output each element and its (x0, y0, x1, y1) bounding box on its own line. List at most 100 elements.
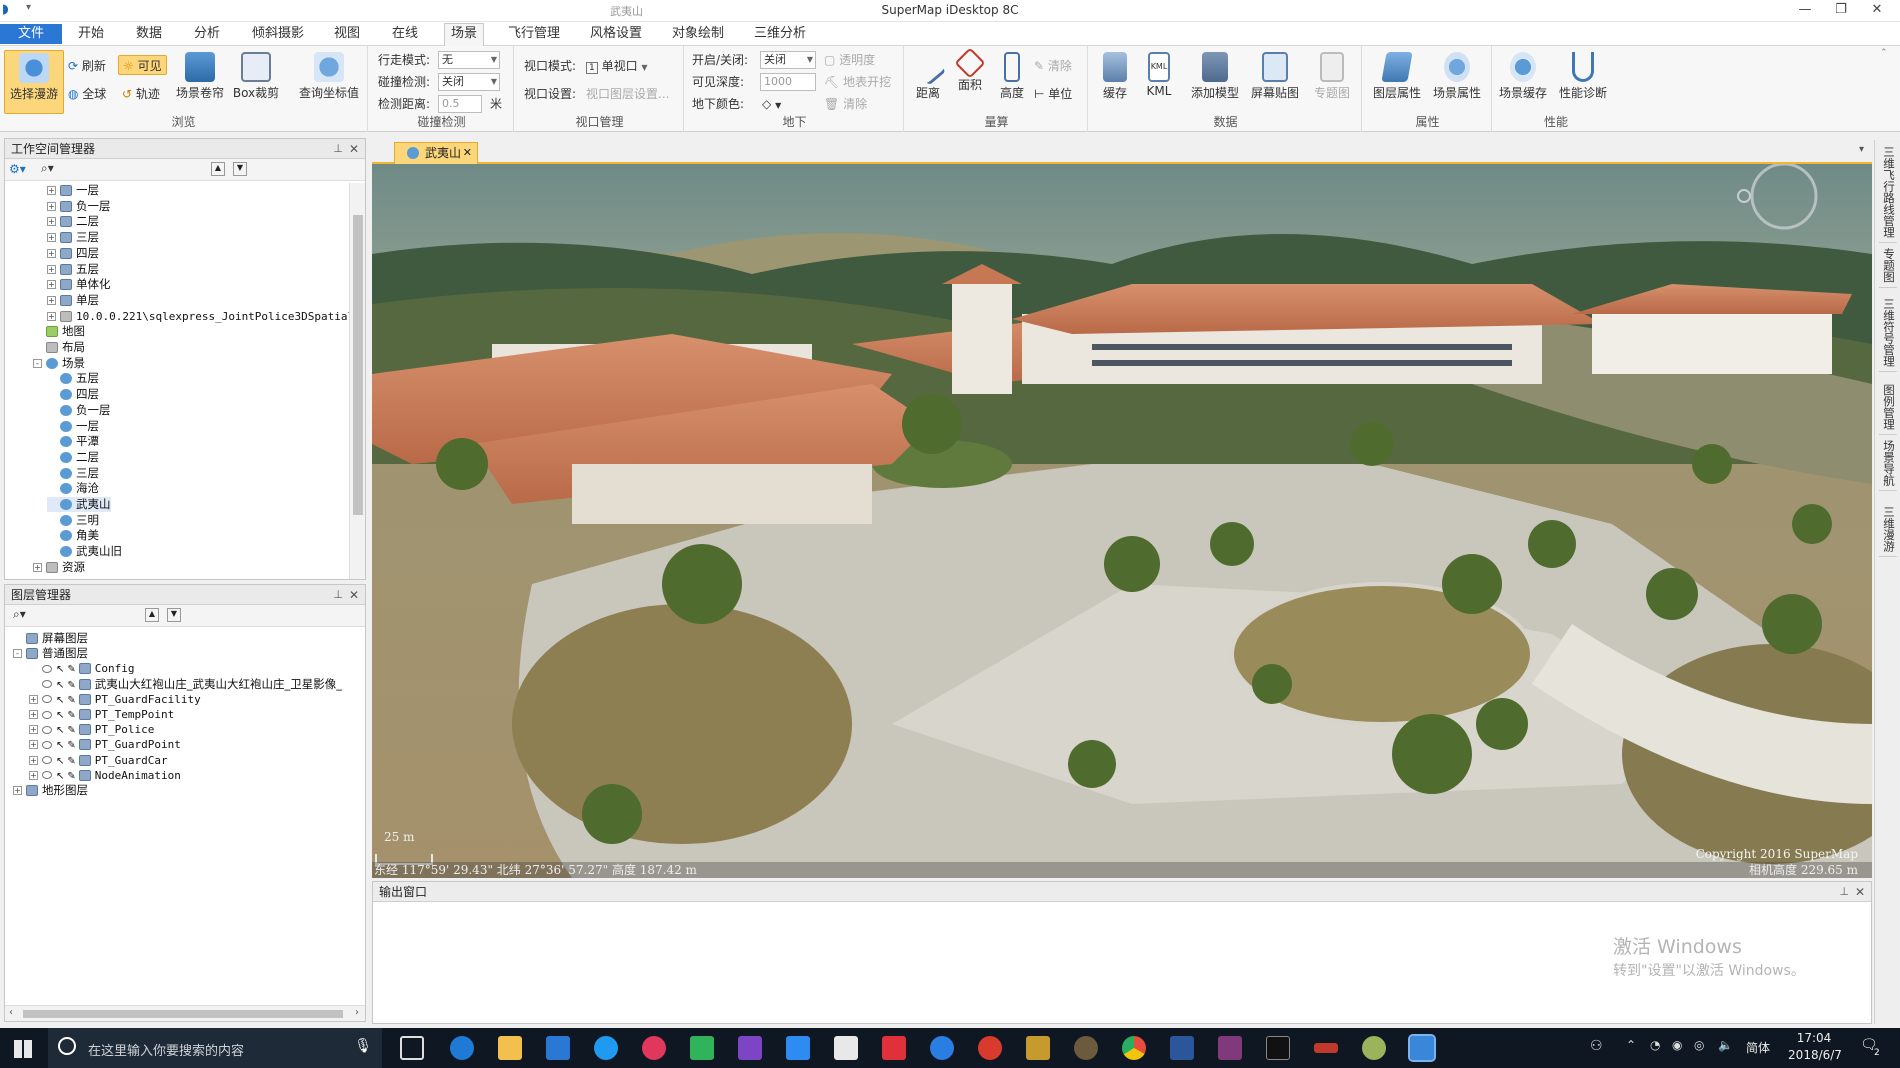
transparency-button[interactable]: ▢ 透明度 (824, 50, 875, 70)
visual-studio-icon[interactable] (738, 1036, 762, 1060)
workspace-tree-item[interactable]: 三明 (47, 513, 99, 528)
pin-icon[interactable]: ⊥ (333, 139, 343, 159)
visibility-eye-icon[interactable] (42, 680, 52, 689)
scene-curtain-button[interactable]: 场景卷帘 (174, 50, 226, 112)
layer-tree-item[interactable]: + ↖ ✎ PT_GuardPoint (29, 737, 181, 752)
chrome-icon[interactable] (1122, 1036, 1146, 1060)
workspace-tree-item[interactable]: + 单体化 (47, 277, 111, 292)
visibility-eye-icon[interactable] (42, 725, 52, 734)
menu-data[interactable]: 数据 (130, 24, 168, 44)
workspace-scrollbar[interactable] (349, 183, 365, 579)
layer-tree-item[interactable]: - 普通图层 (13, 646, 88, 661)
app-red-icon[interactable] (882, 1036, 906, 1060)
track-button[interactable]: ↺ 轨迹 (122, 84, 160, 104)
workspace-tree-item[interactable]: 海沧 (47, 481, 99, 496)
workspace-tree-item[interactable]: 五层 (47, 371, 99, 386)
expand-icon[interactable]: + (29, 694, 38, 704)
workspace-tree-item[interactable]: + 三层 (47, 230, 99, 245)
player-icon[interactable] (690, 1036, 714, 1060)
expand-icon[interactable]: + (47, 186, 56, 195)
workspace-tree-item[interactable]: 平潭 (47, 434, 99, 449)
walk-mode-select[interactable]: 无 ▼ (438, 51, 500, 69)
layer-tree-item[interactable]: + ↖ ✎ NodeAnimation (29, 768, 181, 783)
workspace-tree-item[interactable]: + 五层 (47, 262, 99, 277)
tray-expand-icon[interactable]: ⌃ (1626, 1038, 1636, 1052)
layer-tree-item[interactable]: + ↖ ✎ PT_Police (29, 722, 154, 737)
layer-tree-item[interactable]: 屏幕图层 (13, 631, 88, 646)
workspace-menu-icon[interactable]: ⚙▾ (9, 162, 26, 176)
expand-icon[interactable]: + (29, 725, 38, 735)
measure-unit-button[interactable]: ⊢ 单位 (1034, 84, 1072, 104)
box-clip-button[interactable]: Box裁剪 (230, 50, 282, 112)
layer-hscrollbar[interactable]: ‹ › (5, 1005, 365, 1021)
menu-file[interactable]: 文件 (0, 24, 62, 44)
app-swirl-icon[interactable] (978, 1036, 1002, 1060)
visibility-eye-icon[interactable] (42, 695, 52, 704)
layer-tree-item[interactable]: + ↖ ✎ PT_GuardCar (29, 753, 168, 768)
mail-icon[interactable] (834, 1036, 858, 1060)
taskbar-search-box[interactable]: 在这里输入你要搜索的内容 🎙 (48, 1028, 382, 1068)
edge-icon[interactable] (450, 1036, 474, 1060)
clock-date[interactable]: 2018/6/7 (1784, 1048, 1846, 1062)
layer-tree-item[interactable]: ↖ ✎ Config (29, 661, 135, 676)
quick-access-dropdown-icon[interactable]: ▾ (26, 2, 31, 13)
volume-icon[interactable]: 🔈 (1718, 1038, 1733, 1052)
editable-icon[interactable]: ✎ (67, 740, 75, 751)
thematic-button[interactable]: 专题图 (1308, 50, 1356, 112)
workspace-tree-item[interactable]: 负一层 (47, 403, 111, 418)
editable-icon[interactable]: ✎ (67, 756, 75, 767)
search-icon[interactable]: ⌕▾ (41, 161, 54, 176)
measure-area-button[interactable]: 面积 (950, 47, 990, 112)
measure-distance-button[interactable]: 距离 (908, 48, 948, 112)
network-icon[interactable]: ◔ (1650, 1038, 1660, 1052)
menu-start[interactable]: 开始 (72, 24, 110, 44)
teamviewer-icon[interactable] (930, 1036, 954, 1060)
editable-icon[interactable]: ✎ (67, 725, 75, 736)
close-icon[interactable]: ✕ (1855, 882, 1865, 902)
selectable-icon[interactable]: ↖ (56, 695, 64, 706)
selectable-icon[interactable]: ↖ (56, 771, 64, 782)
layer-tree-item[interactable]: + 地形图层 (13, 783, 88, 798)
supermap-taskbar-icon[interactable] (1408, 1034, 1436, 1062)
measure-height-button[interactable]: 高度 (992, 50, 1032, 112)
close-tab-icon[interactable]: ✕ (463, 143, 472, 163)
selectable-icon[interactable]: ↖ (56, 680, 64, 691)
workspace-tree-item[interactable]: + 资源 (33, 560, 85, 575)
app-avatar-icon[interactable] (1074, 1036, 1098, 1060)
expand-icon[interactable]: + (47, 201, 56, 211)
workspace-tree-item[interactable]: + 四层 (47, 246, 99, 261)
app-leaf-icon[interactable] (1362, 1036, 1386, 1060)
store-icon[interactable] (546, 1036, 570, 1060)
expand-icon[interactable]: + (47, 217, 56, 227)
workspace-tree-item[interactable]: + 二层 (47, 214, 99, 229)
screen-layer-button[interactable]: 屏幕贴图 (1246, 50, 1304, 112)
layer-tree-item[interactable]: ↖ ✎ 武夷山大红袍山庄_武夷山大红袍山庄_卫星影像_ (29, 677, 342, 692)
visibility-eye-icon[interactable] (42, 664, 52, 673)
tab-wuyishan[interactable]: 武夷山 ✕ (394, 142, 478, 164)
move-down-icon[interactable]: ▼ (167, 608, 181, 622)
workspace-tree-item[interactable]: 一层 (47, 419, 99, 434)
scroll-right-icon[interactable]: › (355, 1007, 359, 1018)
app-icon[interactable] (786, 1036, 810, 1060)
tray-app-icon[interactable]: ◉ (1672, 1038, 1682, 1052)
diagnose-button[interactable]: 性能诊断 (1554, 50, 1612, 112)
side-tab-scene-nav[interactable]: 场景导航 (1879, 440, 1897, 491)
clock-time[interactable]: 17:04 (1792, 1031, 1836, 1045)
underground-color-picker[interactable]: ◇ ▼ (762, 94, 781, 114)
selectable-icon[interactable]: ↖ (56, 664, 64, 675)
expand-icon[interactable]: + (47, 311, 56, 321)
full-extent-button[interactable]: ◍ 全球 (68, 84, 106, 104)
workspace-tree-item[interactable]: - 场景 (33, 356, 85, 371)
expand-icon[interactable]: + (13, 786, 22, 795)
tray-app2-icon[interactable]: ◎ (1694, 1038, 1704, 1052)
scene-properties-button[interactable]: 场景属性 (1428, 50, 1486, 112)
workspace-tree-item[interactable]: +10.0.0.221\sqlexpress_JointPolice3DSpat… (47, 309, 349, 324)
collapse-icon[interactable]: - (33, 358, 42, 368)
menu-3d-analysis[interactable]: 三维分析 (748, 24, 812, 44)
workspace-tree-item[interactable]: + 负一层 (47, 199, 111, 214)
workspace-tree-item[interactable]: 四层 (47, 387, 99, 402)
task-view-icon[interactable] (400, 1036, 424, 1060)
workspace-tree-item[interactable]: 角美 (47, 528, 99, 543)
file-explorer-icon[interactable] (498, 1036, 522, 1060)
layer-tree-item[interactable]: + ↖ ✎ PT_GuardFacility (29, 692, 201, 707)
